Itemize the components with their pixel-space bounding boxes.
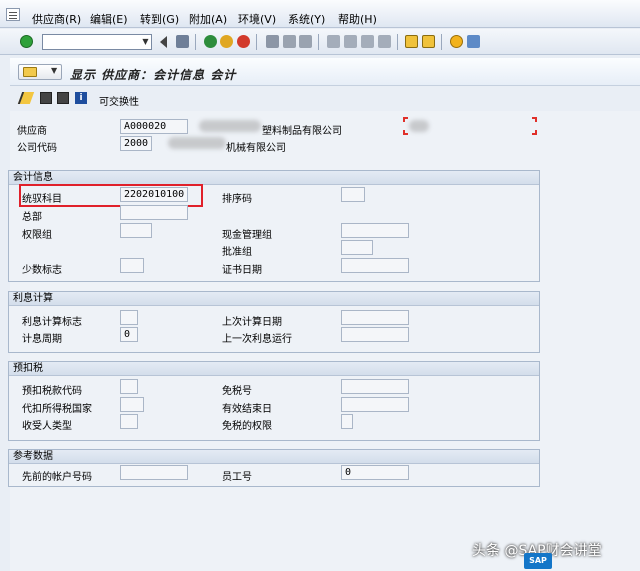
find-icon[interactable] xyxy=(283,35,296,48)
vendor-label: 供应商 xyxy=(17,126,47,137)
help-icon[interactable] xyxy=(450,35,463,48)
page-title: 显示 供应商：会计信息 会计 xyxy=(70,68,237,82)
auth-group-field xyxy=(120,223,152,238)
find-next-icon[interactable] xyxy=(299,35,312,48)
accounting-info-title: 会计信息 xyxy=(9,171,539,185)
cash-mgmt-group-label: 现金管理组 xyxy=(222,230,272,241)
certificate-date-field xyxy=(341,258,409,273)
menu-extras[interactable]: 附加(A) xyxy=(189,11,227,27)
valid-until-field xyxy=(341,397,409,412)
sap-menu-icon[interactable] xyxy=(6,8,20,21)
customize-layout-icon[interactable] xyxy=(467,35,480,48)
sort-key-field xyxy=(341,187,365,202)
screen-menu-icon xyxy=(23,67,37,77)
info-icon[interactable]: i xyxy=(75,92,87,104)
toolbar-separator xyxy=(195,34,196,50)
menu-vendor[interactable]: 供应商(R) xyxy=(32,11,81,27)
last-interest-run-field xyxy=(341,327,409,342)
certificate-date-label: 证书日期 xyxy=(222,265,262,276)
copy-icon[interactable] xyxy=(57,92,69,104)
screen-menu-button[interactable]: ▼ xyxy=(18,64,62,80)
previous-page-icon[interactable] xyxy=(344,35,357,48)
enter-checkmark-icon[interactable] xyxy=(20,35,33,48)
save-icon[interactable] xyxy=(176,35,189,48)
recon-account-highlight xyxy=(19,184,203,207)
toolbar-separator xyxy=(397,34,398,50)
redacted-vendor-name xyxy=(199,120,261,132)
last-key-date-label: 上次计算日期 xyxy=(222,317,282,328)
approval-group-field xyxy=(341,240,373,255)
interest-cycle-field: 0 xyxy=(120,327,138,342)
previous-account-label: 先前的帐户号码 xyxy=(22,472,92,483)
vendor-name: 塑料制品有限公司 xyxy=(262,126,342,137)
minority-indicator-field xyxy=(120,258,144,273)
wht-country-field xyxy=(120,397,144,412)
menu-goto[interactable]: 转到(G) xyxy=(140,11,179,27)
sort-key-label: 排序码 xyxy=(222,194,252,205)
menu-environment[interactable]: 环境(V) xyxy=(238,11,276,27)
cancel-icon[interactable] xyxy=(237,35,250,48)
new-session-icon[interactable] xyxy=(405,35,418,48)
back-icon[interactable] xyxy=(204,35,217,48)
redacted-logo xyxy=(409,120,429,132)
redacted-company-name xyxy=(168,137,226,149)
chevron-down-icon: ▼ xyxy=(51,66,58,75)
last-key-date-field xyxy=(341,310,409,325)
command-field[interactable] xyxy=(42,34,152,50)
valid-until-label: 有效结束日 xyxy=(222,404,272,415)
interest-indicator-field xyxy=(120,310,138,325)
exemption-authority-label: 免税的权限 xyxy=(222,421,272,432)
back-arrow-icon[interactable] xyxy=(160,36,167,48)
personnel-number-label: 员工号 xyxy=(222,472,252,483)
company-code-label: 公司代码 xyxy=(17,143,57,154)
first-page-icon[interactable] xyxy=(327,35,340,48)
interest-indicator-label: 利息计算标志 xyxy=(22,317,82,328)
approval-group-label: 批准组 xyxy=(222,247,252,258)
sap-logo: SAP xyxy=(524,553,552,569)
personnel-number-field: 0 xyxy=(341,465,409,480)
print-icon[interactable] xyxy=(266,35,279,48)
exemption-authority-field xyxy=(341,414,353,429)
head-office-field xyxy=(120,205,188,220)
create-shortcut-icon[interactable] xyxy=(422,35,435,48)
command-dropdown-icon[interactable]: ▼ xyxy=(140,35,151,49)
last-page-icon[interactable] xyxy=(378,35,391,48)
wht-code-label: 预扣税款代码 xyxy=(22,386,82,397)
wht-code-field xyxy=(120,379,138,394)
recipient-type-label: 收受人类型 xyxy=(22,421,72,432)
menu-edit[interactable]: 编辑(E) xyxy=(90,11,128,27)
standard-toolbar: ▼ xyxy=(0,29,640,55)
menu-bar: 供应商(R) 编辑(E) 转到(G) 附加(A) 环境(V) 系统(Y) 帮助(… xyxy=(0,0,640,28)
title-bar: ▼ 显示 供应商：会计信息 会计 xyxy=(10,58,640,86)
redaction-brackets xyxy=(403,117,537,135)
toolbar-separator xyxy=(441,34,442,50)
cash-mgmt-group-field xyxy=(341,223,409,238)
auth-group-label: 权限组 xyxy=(22,230,52,241)
minority-indicator-label: 少数标志 xyxy=(22,265,62,276)
reference-data-title: 参考数据 xyxy=(9,450,539,464)
vendor-field: A000020 xyxy=(120,119,188,134)
last-interest-run-label: 上一次利息运行 xyxy=(222,334,292,345)
toolbar-separator xyxy=(318,34,319,50)
switch-button[interactable]: 可交换性 xyxy=(99,93,139,108)
company-code-field: 2000 xyxy=(120,136,152,151)
exit-icon[interactable] xyxy=(220,35,233,48)
wht-country-label: 代扣所得税国家 xyxy=(22,404,92,415)
exemption-number-field xyxy=(341,379,409,394)
edit-pencil-icon[interactable] xyxy=(17,92,35,104)
withholding-tax-title: 预扣税 xyxy=(9,362,539,376)
previous-account-field xyxy=(120,465,188,480)
head-office-label: 总部 xyxy=(22,212,42,223)
application-toolbar: i 可交换性 xyxy=(10,87,640,111)
company-name: 机械有限公司 xyxy=(226,143,286,154)
interest-cycle-label: 计息周期 xyxy=(22,334,62,345)
save-other-icon[interactable] xyxy=(40,92,52,104)
menu-system[interactable]: 系统(Y) xyxy=(288,11,325,27)
next-page-icon[interactable] xyxy=(361,35,374,48)
interest-calc-title: 利息计算 xyxy=(9,292,539,306)
toolbar-separator xyxy=(256,34,257,50)
recipient-type-field xyxy=(120,414,138,429)
exemption-number-label: 免税号 xyxy=(222,386,252,397)
menu-help[interactable]: 帮助(H) xyxy=(338,11,377,27)
